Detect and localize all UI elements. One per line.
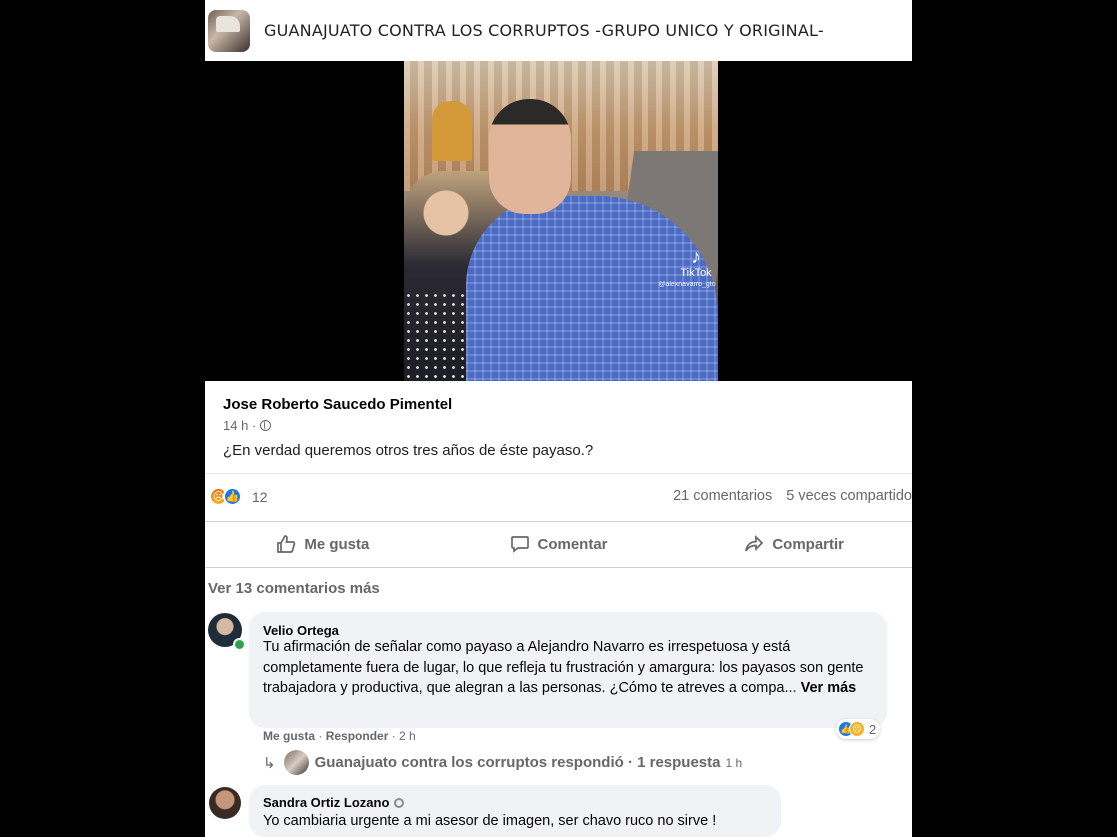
- comment-label: Comentar: [537, 535, 608, 553]
- video-church-dome: [432, 101, 472, 161]
- comment-bubble: Velio Ortega Tu afirmación de señalar co…: [249, 612, 887, 728]
- post-author[interactable]: Jose Roberto Saucedo Pimentel: [223, 396, 452, 413]
- avatar[interactable]: [209, 787, 241, 819]
- like-label: Me gusta: [304, 535, 370, 553]
- divider: [205, 567, 912, 568]
- share-label: Compartir: [772, 535, 845, 553]
- post-time[interactable]: 14 h ·: [223, 418, 256, 433]
- like-reaction-icon: 👍: [223, 487, 242, 506]
- comment-author[interactable]: Sandra Ortiz Lozano: [263, 795, 389, 810]
- video-person-face: [489, 99, 571, 214]
- comment-button[interactable]: Comentar: [441, 527, 677, 561]
- post-counts: 21 comentarios 5 veces compartido: [673, 488, 912, 504]
- comment-reactions[interactable]: 👍 ☹ 2: [836, 719, 881, 739]
- reply-summary-text: Guanajuato contra los corruptos respondi…: [314, 754, 721, 771]
- comment-text: Yo cambiaria urgente a mi asesor de imag…: [263, 813, 717, 829]
- reaction-count: 12: [252, 488, 268, 505]
- comment-author-row: Sandra Ortiz Lozano: [263, 795, 405, 810]
- share-icon: [745, 534, 764, 552]
- comments-count[interactable]: 21 comentarios: [673, 488, 772, 504]
- group-avatar[interactable]: [208, 9, 250, 52]
- post-text: ¿En verdad queremos otros tres años de é…: [223, 442, 594, 459]
- divider: [205, 521, 912, 522]
- comment-icon: [510, 536, 529, 553]
- divider: [205, 473, 912, 474]
- online-status-dot: [233, 638, 246, 651]
- group-header: GUANAJUATO CONTRA LOS CORRUPTOS -GRUPO U…: [205, 0, 912, 61]
- replies-summary[interactable]: ↳ Guanajuato contra los corruptos respon…: [263, 750, 742, 775]
- post-video[interactable]: ♪ TikTok @alexnavarro_gto: [404, 61, 718, 381]
- comment-author[interactable]: Velio Ortega: [263, 623, 339, 638]
- reply-arrow-icon: ↳: [263, 754, 276, 772]
- like-button[interactable]: Me gusta: [205, 527, 441, 561]
- comment-time[interactable]: 2 h: [399, 729, 416, 743]
- tiktok-handle: @alexnavarro_gto: [658, 281, 716, 288]
- see-more-link[interactable]: Ver más: [801, 680, 857, 696]
- tiktok-icon: ♪: [691, 246, 701, 268]
- share-button[interactable]: Compartir: [676, 527, 912, 561]
- reply-time: 1 h: [725, 755, 743, 770]
- shares-count[interactable]: 5 veces compartido: [786, 488, 912, 504]
- comment-actions: Me gusta · Responder · 2 h: [263, 729, 416, 743]
- comment-reply-link[interactable]: Responder: [326, 729, 389, 743]
- comment-text: Tu afirmación de señalar como payaso a A…: [263, 637, 879, 699]
- comment-reaction-count: 2: [869, 721, 877, 737]
- post-reactions[interactable]: ☹ 👍 12: [209, 487, 268, 506]
- thumbs-up-icon: [277, 535, 296, 553]
- globe-icon: [260, 420, 272, 431]
- tiktok-watermark: ♪ TikTok @alexnavarro_gto: [658, 246, 716, 288]
- group-name[interactable]: GUANAJUATO CONTRA LOS CORRUPTOS -GRUPO U…: [264, 21, 824, 40]
- post-actions: Me gusta Comentar Compartir: [205, 527, 912, 561]
- comment-like-link[interactable]: Me gusta: [263, 729, 315, 743]
- comment-bubble: Sandra Ortiz Lozano Yo cambiaria urgente…: [249, 785, 781, 837]
- post-card: Jose Roberto Saucedo Pimentel 14 h · ¿En…: [205, 381, 912, 837]
- view-more-comments[interactable]: Ver 13 comentarios más: [208, 580, 380, 597]
- sad-reaction-icon: ☹: [849, 721, 865, 737]
- tiktok-label: TikTok: [680, 267, 712, 279]
- post-meta: 14 h ·: [223, 418, 272, 433]
- avatar: [283, 750, 309, 775]
- top-fan-badge-icon: [394, 797, 405, 808]
- comment-text-body: Tu afirmación de señalar como payaso a A…: [263, 639, 864, 696]
